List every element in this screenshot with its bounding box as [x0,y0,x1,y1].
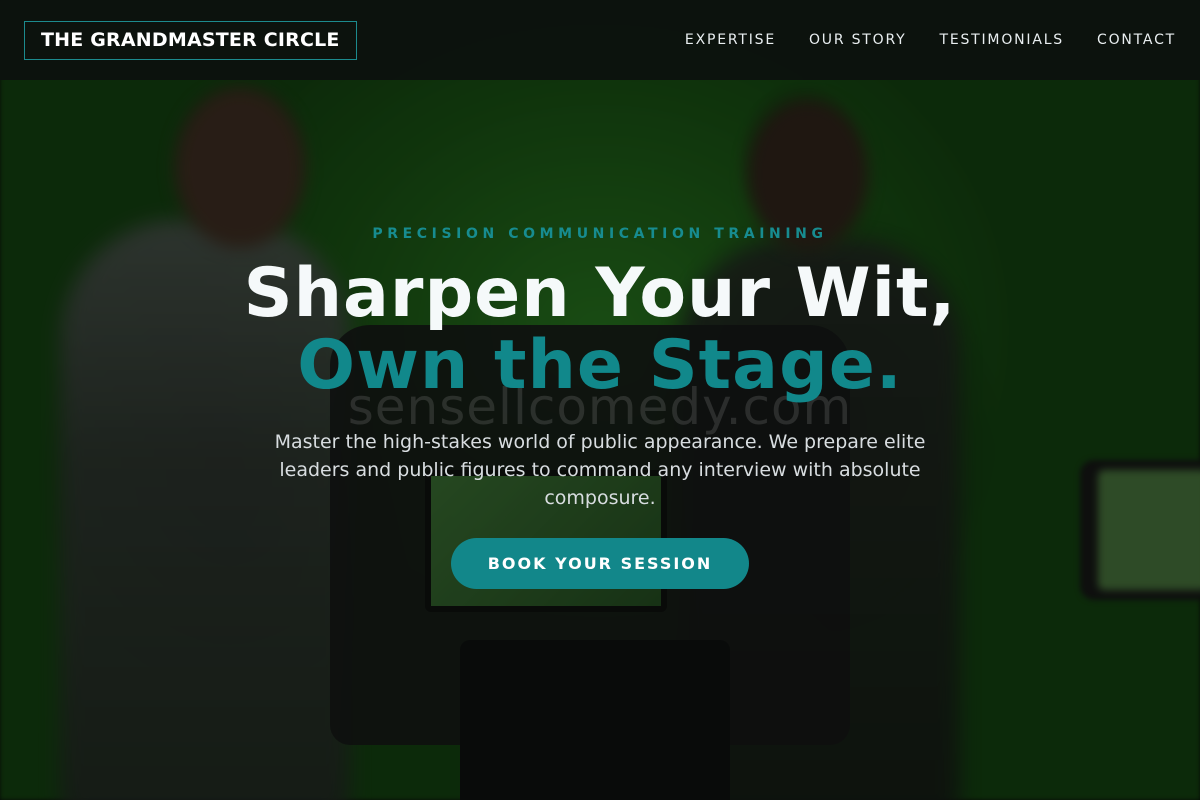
brand-logo[interactable]: THE GRANDMASTER CIRCLE [24,20,357,60]
book-session-button[interactable]: BOOK YOUR SESSION [451,538,749,589]
site-header: THE GRANDMASTER CIRCLE EXPERTISE OUR STO… [0,0,1200,80]
nav-link-contact[interactable]: CONTACT [1097,32,1176,48]
nav-link-our-story[interactable]: OUR STORY [809,32,907,48]
hero-eyebrow: PRECISION COMMUNICATION TRAINING [372,226,828,242]
page: THE GRANDMASTER CIRCLE EXPERTISE OUR STO… [0,0,1200,800]
headline-line-1: Sharpen Your Wit, [243,254,957,333]
hero-section: PRECISION COMMUNICATION TRAINING sensell… [0,0,1200,800]
headline-line-2: Own the Stage. [297,326,903,405]
hero-headline: Sharpen Your Wit, Own the Stage. [0,258,1200,402]
nav-link-expertise[interactable]: EXPERTISE [685,32,776,48]
nav-link-testimonials[interactable]: TESTIMONIALS [939,32,1064,48]
main-nav: EXPERTISE OUR STORY TESTIMONIALS CONTACT [685,32,1176,48]
hero-subtitle: Master the high-stakes world of public a… [274,431,926,509]
